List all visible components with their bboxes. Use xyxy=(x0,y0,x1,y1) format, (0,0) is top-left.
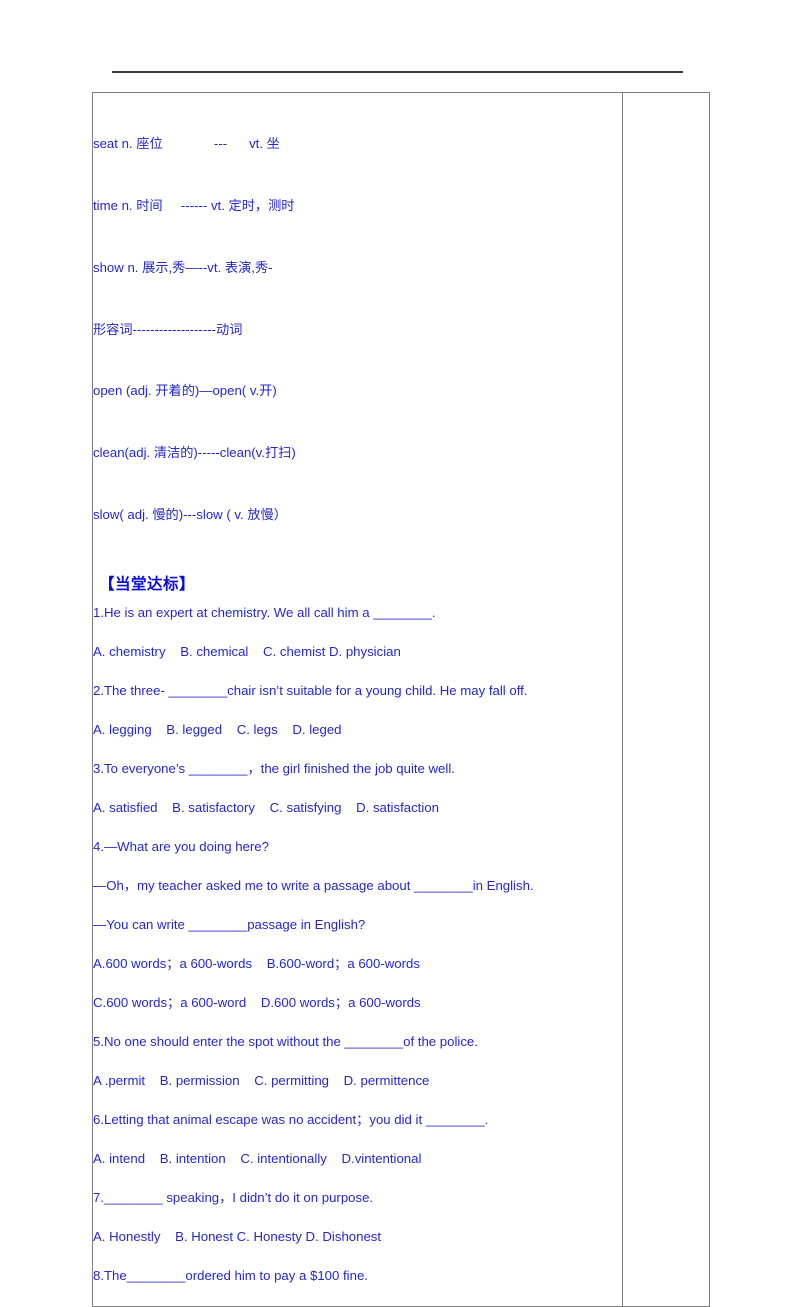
question-5-options: A .permit B. permission C. permitting D.… xyxy=(93,1072,430,1088)
document-page: seat n. 座位 --- vt. 坐 time n. 时间 ------ v… xyxy=(0,0,800,1307)
question-2-options: A. legging B. legged C. legs D. leged xyxy=(93,721,342,737)
question-7-stem: 7.________ speaking，I didn’t do it on pu… xyxy=(93,1189,374,1205)
vocabulary-line: time n. 时间 ------ vt. 定时，测时 xyxy=(93,197,295,213)
vocabulary-line: clean(adj. 清洁的)-----clean(v.打扫) xyxy=(93,445,296,461)
vocabulary-line: seat n. 座位 --- vt. 坐 xyxy=(93,136,280,152)
worksheet-table: seat n. 座位 --- vt. 坐 time n. 时间 ------ v… xyxy=(92,92,710,1307)
header-horizontal-rule xyxy=(112,71,683,73)
question-8-stem: 8.The________ordered him to pay a $100 f… xyxy=(93,1267,368,1283)
question-5-stem: 5.No one should enter the spot without t… xyxy=(93,1033,478,1049)
section-heading: 【当堂达标】 xyxy=(99,575,196,593)
vocabulary-line: slow( adj. 慢的)---slow ( v. 放慢） xyxy=(93,506,287,522)
worksheet-content-cell: seat n. 座位 --- vt. 坐 time n. 时间 ------ v… xyxy=(92,92,623,1307)
question-1-stem: 1.He is an expert at chemistry. We all c… xyxy=(93,604,436,620)
question-4-options-cd: C.600 words；a 600-word D.600 words；a 600… xyxy=(93,994,421,1010)
question-4-options-ab: A.600 words；a 600-words B.600-word；a 600… xyxy=(93,955,420,971)
question-6-options: A. intend B. intention C. intentionally … xyxy=(93,1150,422,1166)
vocabulary-line: show n. 展示,秀—--vt. 表演,秀- xyxy=(93,259,273,275)
question-2-stem: 2.The three- ________chair isn’t suitabl… xyxy=(93,682,528,698)
vocabulary-line: open (adj. 开着的)—open( v.开) xyxy=(93,383,277,399)
vocabulary-block: seat n. 座位 --- vt. 坐 time n. 时间 ------ v… xyxy=(93,93,622,567)
worksheet-notes-cell xyxy=(622,92,710,1307)
question-1-options: A. chemistry B. chemical C. chemist D. p… xyxy=(93,643,401,659)
question-3-stem: 3.To everyone’s ________，the girl finish… xyxy=(93,760,455,776)
question-4-line-2: —Oh，my teacher asked me to write a passa… xyxy=(93,877,534,893)
question-6-stem: 6.Letting that animal escape was no acci… xyxy=(93,1111,489,1127)
question-3-options: A. satisfied B. satisfactory C. satisfyi… xyxy=(93,799,439,815)
question-4-line-3: —You can write ________passage in Englis… xyxy=(93,916,366,932)
table-row: seat n. 座位 --- vt. 坐 time n. 时间 ------ v… xyxy=(92,92,710,1307)
question-4-stem: 4.—What are you doing here? xyxy=(93,838,269,854)
vocabulary-line: 形容词-------------------动词 xyxy=(93,321,243,337)
question-7-options: A. Honestly B. Honest C. Honesty D. Dish… xyxy=(93,1228,382,1244)
